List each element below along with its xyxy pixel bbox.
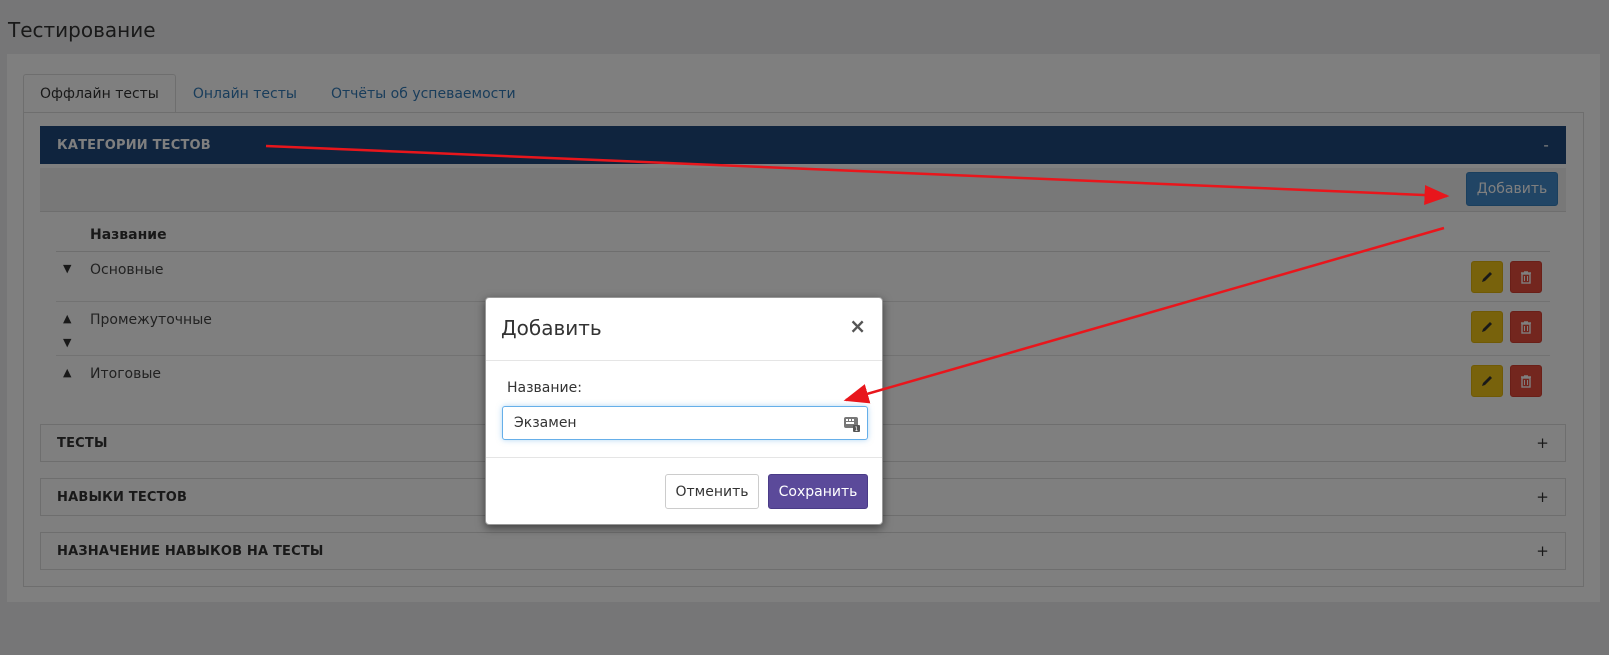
- svg-text:1: 1: [855, 426, 859, 433]
- modal-header: Добавить ×: [486, 298, 882, 361]
- close-icon[interactable]: ×: [849, 314, 866, 338]
- add-category-modal: Добавить × Название: 1 Отменить Сохранит…: [485, 297, 883, 525]
- cancel-button[interactable]: Отменить: [665, 474, 759, 509]
- name-field-label: Название:: [507, 380, 582, 396]
- name-input[interactable]: [503, 407, 823, 439]
- modal-footer: Отменить Сохранить: [486, 457, 882, 525]
- save-button[interactable]: Сохранить: [768, 474, 868, 509]
- name-field-wrapper: 1: [502, 406, 868, 440]
- modal-title: Добавить: [501, 316, 602, 340]
- keyboard-icon[interactable]: 1: [843, 415, 861, 437]
